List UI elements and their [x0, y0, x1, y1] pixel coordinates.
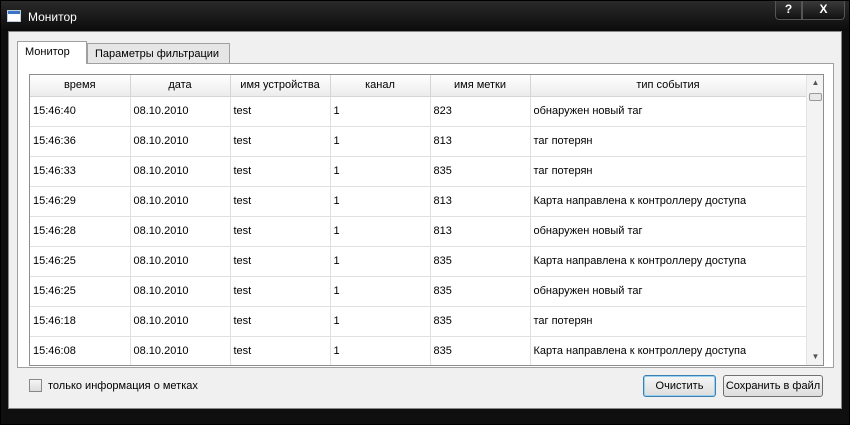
column-header-event-type[interactable]: тип события — [530, 75, 807, 97]
client-area: Монитор Параметры фильтрации время дата … — [8, 31, 842, 409]
cell-date: 08.10.2010 — [130, 156, 231, 187]
scroll-up-arrow-icon[interactable]: ▲ — [807, 75, 823, 91]
column-header-tag-name[interactable]: имя метки — [430, 75, 531, 97]
cell-device: test — [230, 216, 331, 247]
scroll-down-arrow-icon[interactable]: ▼ — [807, 349, 823, 365]
clear-button[interactable]: Очистить — [643, 375, 716, 397]
table-row[interactable]: 15:46:25 08.10.2010 test 1 835 Карта нап… — [30, 246, 807, 277]
column-header-time[interactable]: время — [30, 75, 131, 97]
column-header-device[interactable]: имя устройства — [230, 75, 331, 97]
column-header-channel[interactable]: канал — [330, 75, 431, 97]
cell-tag-name: 835 — [430, 276, 531, 307]
tags-only-option[interactable]: только информация о метках — [29, 379, 198, 392]
window-title: Монитор — [28, 10, 77, 24]
cell-channel: 1 — [330, 306, 431, 337]
cell-time: 15:46:33 — [30, 156, 131, 187]
cell-event-type: таг потерян — [530, 156, 807, 187]
cell-device: test — [230, 126, 331, 157]
table-row[interactable]: 15:46:25 08.10.2010 test 1 835 обнаружен… — [30, 276, 807, 307]
scrollbar-thumb[interactable] — [809, 93, 822, 101]
cell-date: 08.10.2010 — [130, 246, 231, 277]
cell-date: 08.10.2010 — [130, 126, 231, 157]
cell-date: 08.10.2010 — [130, 336, 231, 365]
cell-tag-name: 813 — [430, 126, 531, 157]
cell-tag-name: 813 — [430, 186, 531, 217]
cell-time: 15:46:18 — [30, 306, 131, 337]
cell-device: test — [230, 96, 331, 127]
close-button[interactable]: X — [802, 1, 845, 20]
table-row[interactable]: 15:46:40 08.10.2010 test 1 823 обнаружен… — [30, 96, 807, 127]
cell-time: 15:46:08 — [30, 336, 131, 365]
table-row[interactable]: 15:46:33 08.10.2010 test 1 835 таг потер… — [30, 156, 807, 187]
cell-tag-name: 835 — [430, 306, 531, 337]
cell-event-type: обнаружен новый таг — [530, 216, 807, 247]
table-row[interactable]: 15:46:29 08.10.2010 test 1 813 Карта нап… — [30, 186, 807, 217]
cell-channel: 1 — [330, 126, 431, 157]
cell-tag-name: 835 — [430, 156, 531, 187]
cell-tag-name: 813 — [430, 216, 531, 247]
cell-time: 15:46:28 — [30, 216, 131, 247]
monitor-window: Монитор ? X Монитор Параметры фильтрации… — [0, 0, 850, 425]
table-row[interactable]: 15:46:08 08.10.2010 test 1 835 Карта нап… — [30, 336, 807, 365]
window-icon — [7, 10, 21, 22]
cell-channel: 1 — [330, 186, 431, 217]
cell-time: 15:46:40 — [30, 96, 131, 127]
cell-event-type: таг потерян — [530, 126, 807, 157]
save-to-file-button[interactable]: Сохранить в файл — [723, 375, 823, 397]
cell-device: test — [230, 336, 331, 365]
cell-event-type: обнаружен новый таг — [530, 96, 807, 127]
cell-event-type: таг потерян — [530, 306, 807, 337]
vertical-scrollbar[interactable]: ▲ ▼ — [806, 75, 823, 365]
cell-tag-name: 835 — [430, 246, 531, 277]
column-header-date[interactable]: дата — [130, 75, 231, 97]
cell-tag-name: 823 — [430, 96, 531, 127]
table-row[interactable]: 15:46:28 08.10.2010 test 1 813 обнаружен… — [30, 216, 807, 247]
cell-device: test — [230, 306, 331, 337]
tab-filter-settings[interactable]: Параметры фильтрации — [87, 43, 230, 65]
cell-event-type: Карта направлена к контроллеру доступа — [530, 186, 807, 217]
cell-channel: 1 — [330, 246, 431, 277]
cell-device: test — [230, 246, 331, 277]
cell-channel: 1 — [330, 276, 431, 307]
cell-channel: 1 — [330, 156, 431, 187]
cell-event-type: обнаружен новый таг — [530, 276, 807, 307]
table-row[interactable]: 15:46:18 08.10.2010 test 1 835 таг потер… — [30, 306, 807, 337]
table-row[interactable]: 15:46:36 08.10.2010 test 1 813 таг потер… — [30, 126, 807, 157]
cell-channel: 1 — [330, 216, 431, 247]
cell-date: 08.10.2010 — [130, 216, 231, 247]
cell-date: 08.10.2010 — [130, 276, 231, 307]
cell-date: 08.10.2010 — [130, 186, 231, 217]
cell-date: 08.10.2010 — [130, 306, 231, 337]
cell-time: 15:46:25 — [30, 276, 131, 307]
cell-date: 08.10.2010 — [130, 96, 231, 127]
tags-only-label: только информация о метках — [48, 379, 198, 392]
cell-time: 15:46:25 — [30, 246, 131, 277]
cell-event-type: Карта направлена к контроллеру доступа — [530, 336, 807, 365]
cell-time: 15:46:29 — [30, 186, 131, 217]
tags-only-checkbox[interactable] — [29, 379, 42, 392]
cell-event-type: Карта направлена к контроллеру доступа — [530, 246, 807, 277]
help-button[interactable]: ? — [775, 1, 802, 20]
events-table: время дата имя устройства канал имя метк… — [29, 74, 824, 366]
tab-monitor[interactable]: Монитор — [17, 41, 87, 64]
cell-channel: 1 — [330, 96, 431, 127]
monitor-tab-pane: время дата имя устройства канал имя метк… — [17, 63, 834, 368]
title-bar[interactable]: Монитор ? X — [1, 1, 849, 31]
cell-channel: 1 — [330, 336, 431, 365]
cell-device: test — [230, 156, 331, 187]
cell-time: 15:46:36 — [30, 126, 131, 157]
table-header-row: время дата имя устройства канал имя метк… — [30, 75, 807, 97]
cell-device: test — [230, 186, 331, 217]
cell-device: test — [230, 276, 331, 307]
cell-tag-name: 835 — [430, 336, 531, 365]
